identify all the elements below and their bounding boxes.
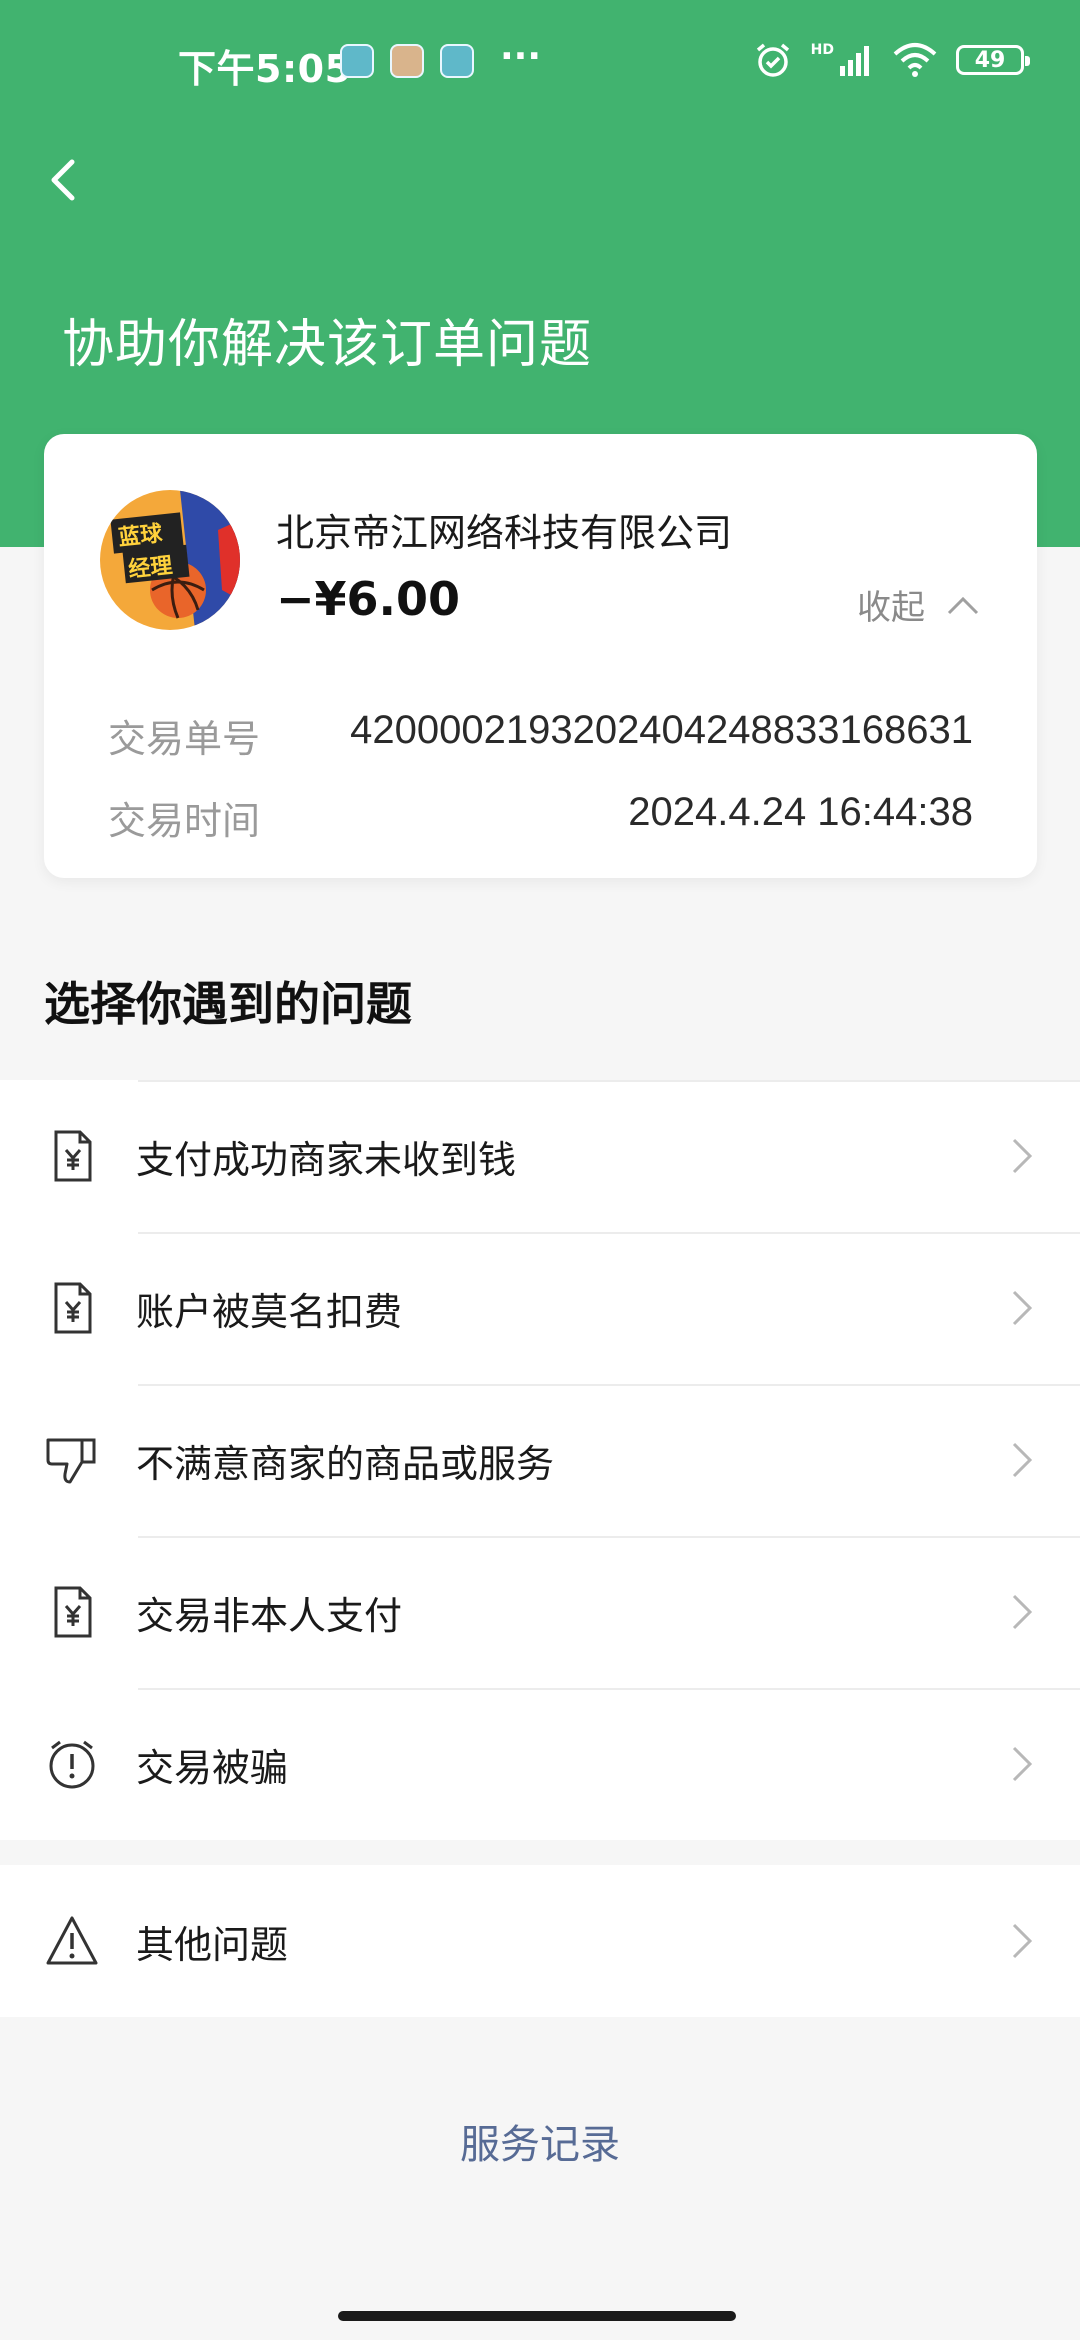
problem-item-not-self-paid[interactable]: 交易非本人支付 [0,1536,1080,1688]
status-time: 下午5:05 [178,47,352,91]
more-notifications-icon: ··· [500,36,542,77]
chevron-right-icon [1012,1290,1033,1326]
chevron-right-icon [1012,1746,1033,1782]
service-record-link[interactable]: 服务记录 [0,2112,1080,2170]
divider [138,1384,1080,1386]
transaction-number-label: 交易单号 [108,717,261,761]
status-bar: 下午5:05 ··· HD 49 [0,0,1080,120]
problem-item-unexplained-charge[interactable]: 账户被莫名扣费 [0,1232,1080,1384]
problem-label: 不满意商家的商品或服务 [136,1441,555,1486]
signal-icon [840,46,869,76]
merchant-logo: 蓝球 经理 [100,490,240,630]
chevron-right-icon [1012,1923,1033,1959]
status-notification-icons [340,44,474,78]
back-button[interactable] [36,150,96,210]
status-right: HD 49 [753,40,1030,80]
home-indicator[interactable] [338,2311,736,2321]
problem-label: 其他问题 [136,1922,289,1967]
transaction-number-value: 4200002193202404248833168631 [350,708,973,752]
divider [138,1232,1080,1234]
collapse-label: 收起 [857,588,925,628]
merchant-name: 北京帝江网络科技有限公司 [276,511,733,555]
divider [138,1536,1080,1538]
svg-text:经理: 经理 [127,552,173,582]
notification-app-icon [340,44,374,78]
transaction-time-value: 2024.4.24 16:44:38 [628,790,973,834]
svg-text:蓝球: 蓝球 [117,521,164,551]
battery-indicator: 49 [956,45,1030,75]
page-title: 协助你解决该订单问题 [62,315,593,375]
receipt-icon [54,1130,92,1182]
divider [138,1080,1080,1082]
warning-triangle-icon [46,1916,98,1965]
chevron-right-icon [1012,1594,1033,1630]
problem-item-merchant-not-received[interactable]: 支付成功商家未收到钱 [0,1080,1080,1232]
problem-item-scammed[interactable]: 交易被骗 [0,1688,1080,1840]
transaction-number-row: 交易单号 4200002193202404248833168631 [108,708,973,763]
problem-label: 支付成功商家未收到钱 [136,1137,517,1182]
transaction-time-label: 交易时间 [108,799,261,843]
order-card: 蓝球 经理 北京帝江网络科技有限公司 −¥6.00 收起 交易单号 420000… [44,434,1037,878]
problem-label: 交易被骗 [136,1745,289,1790]
chevron-up-icon [947,596,979,614]
problem-list: 支付成功商家未收到钱 账户被莫名扣费 不满意商家的商品或服务 交易非本人支付 交… [0,1080,1080,1840]
receipt-icon [54,1586,92,1638]
receipt-icon [54,1282,92,1334]
problem-label: 账户被莫名扣费 [136,1289,403,1334]
chevron-left-icon [51,159,75,201]
notification-app-icon [440,44,474,78]
chevron-right-icon [1012,1442,1033,1478]
wifi-icon [893,43,937,77]
collapse-button[interactable]: 收起 [857,580,981,629]
alarm-icon [756,43,789,77]
notification-app-icon [390,44,424,78]
other-problem-list: 其他问题 [0,1865,1080,2017]
problems-section-title: 选择你遇到的问题 [44,977,412,1031]
thumbs-down-icon [46,1438,96,1484]
alarm-alert-icon [49,1740,95,1789]
chevron-right-icon [1012,1138,1033,1174]
problem-label: 交易非本人支付 [136,1593,403,1638]
transaction-time-row: 交易时间 2024.4.24 16:44:38 [108,790,973,845]
problem-item-unsatisfied-service[interactable]: 不满意商家的商品或服务 [0,1384,1080,1536]
order-amount: −¥6.00 [276,572,461,626]
problem-item-other[interactable]: 其他问题 [0,1865,1080,2017]
hd-indicator: HD [810,42,834,58]
divider [138,1688,1080,1690]
